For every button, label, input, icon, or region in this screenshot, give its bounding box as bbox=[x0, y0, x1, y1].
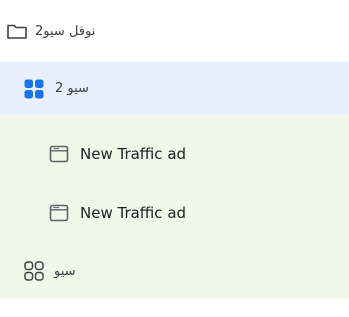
campaign-tree: نوفل سيو2 سيو 2 New Traffic ad New Traff… bbox=[0, 0, 349, 317]
tree-item-ad-group-selected[interactable]: سيو 2 bbox=[0, 62, 349, 115]
window-icon bbox=[48, 202, 70, 224]
folder-icon bbox=[5, 19, 29, 43]
tree-item-ad-group-2[interactable]: سيو bbox=[0, 243, 349, 299]
grid-filled-icon bbox=[22, 77, 46, 101]
tree-item-ad-1[interactable]: New Traffic ad bbox=[0, 124, 349, 184]
ad-group-selected-label: سيو 2 bbox=[55, 81, 89, 96]
ad-2-label: New Traffic ad bbox=[80, 204, 187, 222]
tree-item-campaign[interactable]: نوفل سيو2 bbox=[0, 0, 349, 62]
tree-item-ad-2[interactable]: New Traffic ad bbox=[0, 183, 349, 243]
campaign-label: نوفل سيو2 bbox=[35, 23, 96, 39]
window-icon bbox=[48, 143, 70, 165]
ad-group-2-label: سيو bbox=[54, 263, 76, 279]
grid-outline-icon bbox=[22, 259, 46, 283]
ad-1-label: New Traffic ad bbox=[80, 145, 187, 163]
